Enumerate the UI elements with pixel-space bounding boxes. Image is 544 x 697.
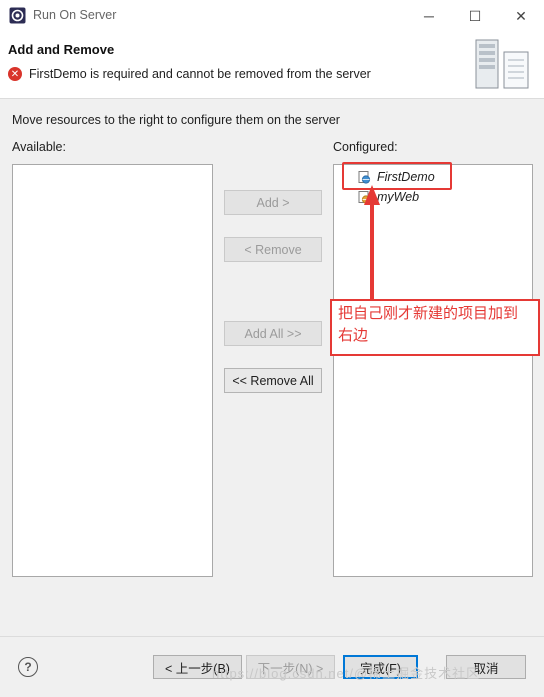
- help-icon[interactable]: ?: [18, 657, 38, 677]
- instructions: Move resources to the right to configure…: [12, 113, 340, 127]
- eclipse-app-icon: [9, 7, 26, 24]
- wizard-header: Add and Remove ✕ FirstDemo is required a…: [0, 32, 544, 99]
- error-message: FirstDemo is required and cannot be remo…: [29, 67, 371, 81]
- add-button[interactable]: Add >: [224, 190, 322, 215]
- title-bar: Run On Server ─ ☐ ✕: [0, 0, 544, 32]
- add-all-button[interactable]: Add All >>: [224, 321, 322, 346]
- annotation-arrow: [364, 185, 380, 299]
- maximize-button[interactable]: ☐: [452, 0, 498, 32]
- available-list[interactable]: [12, 164, 213, 577]
- server-wizard-icon: [475, 39, 529, 89]
- annotation-note: 把自己刚才新建的项目加到右边: [330, 299, 540, 356]
- highlight-box: [342, 162, 452, 190]
- error-icon: ✕: [8, 67, 22, 81]
- page-title: Add and Remove: [8, 42, 115, 57]
- footer-divider: [0, 636, 544, 637]
- remove-all-button[interactable]: << Remove All: [224, 368, 322, 393]
- window-title: Run On Server: [33, 8, 117, 22]
- configured-label: Configured:: [333, 140, 398, 154]
- available-label: Available:: [12, 140, 66, 154]
- minimize-button[interactable]: ─: [406, 0, 452, 32]
- watermark: https://blog.csdn.net/@稀土掘金技术社区: [212, 666, 481, 681]
- remove-button[interactable]: < Remove: [224, 237, 322, 262]
- close-button[interactable]: ✕: [498, 0, 544, 32]
